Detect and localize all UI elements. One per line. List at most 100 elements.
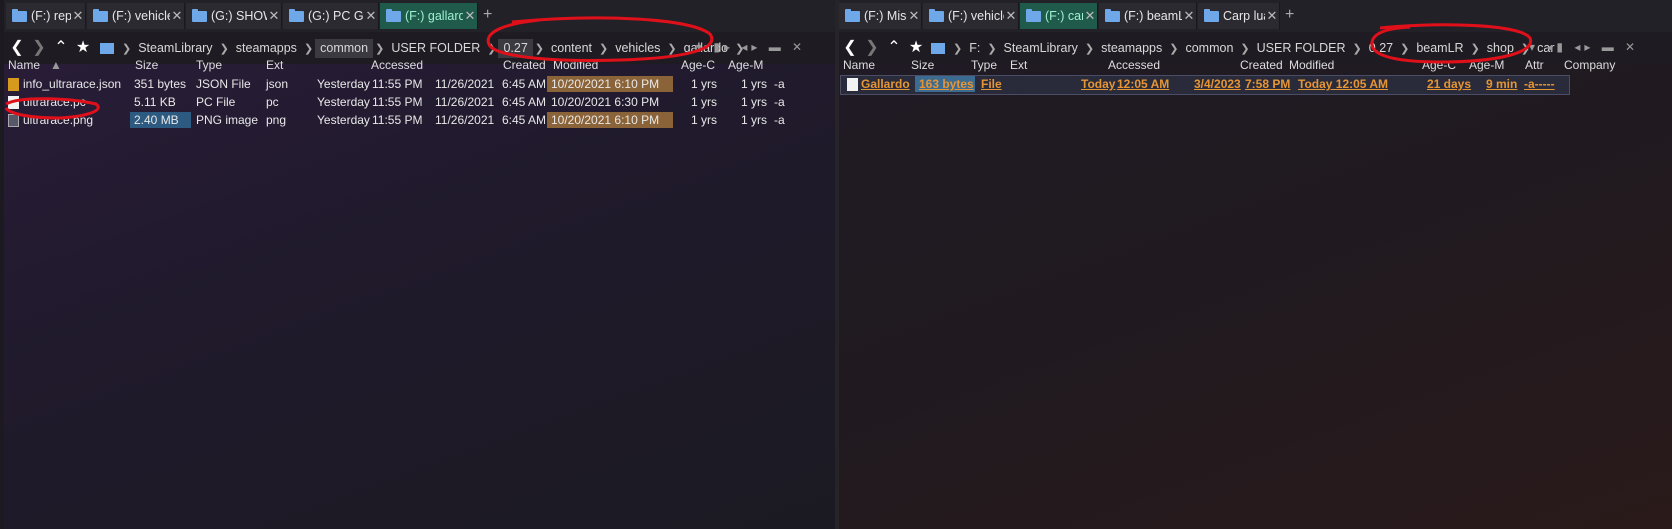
tab-misc[interactable]: (F:) Misc ✕ [839, 3, 922, 29]
accessed-day: Yesterday [317, 95, 370, 109]
folder-icon [93, 8, 108, 22]
col-attr[interactable]: Attr [1525, 58, 1544, 72]
attributes: -a [774, 77, 785, 91]
table-row[interactable]: ultrarace.pc 5.11 KB PC File pc Yesterda… [4, 94, 838, 112]
close-icon[interactable]: ✕ [463, 8, 477, 24]
col-company[interactable]: Company [1564, 58, 1615, 72]
folder-icon [1026, 8, 1041, 22]
col-accessed[interactable]: Accessed [371, 58, 423, 72]
folder-icon [1204, 8, 1219, 22]
col-name[interactable]: Name [843, 58, 875, 72]
modified-cell: Today 12:05 AM [1298, 77, 1389, 91]
accessed-time: 11:55 PM [372, 113, 423, 127]
image-file-icon [8, 114, 19, 127]
col-age-c[interactable]: Age-C [1422, 58, 1456, 72]
folder-icon [12, 8, 27, 22]
close-icon[interactable]: ✕ [1265, 8, 1279, 24]
json-file-icon [8, 78, 19, 91]
age-m: 9 min [1486, 77, 1518, 91]
file-size: 163 bytes [915, 76, 975, 92]
add-tab-icon[interactable]: + [1285, 6, 1294, 24]
col-age-c[interactable]: Age-C [681, 58, 715, 72]
column-header: Name ▲ Size Type Ext Accessed Created Mo… [4, 56, 838, 74]
star-icon[interactable]: ★ [907, 38, 925, 58]
left-tab-bar: (F:) repo ✕ (F:) vehicles ✕ (G:) SHOWS ✕… [4, 0, 838, 32]
file-name: ultrarace.pc [23, 95, 86, 109]
tab-repo[interactable]: (F:) repo ✕ [6, 3, 86, 29]
drive-icon [931, 43, 945, 54]
table-row-selected[interactable]: Gallardo 163 bytes File Today 12:05 AM 3… [840, 75, 1570, 95]
table-row[interactable]: info_ultrarace.json 351 bytes JSON File … [4, 76, 838, 94]
tab-label: Carp lua [1223, 9, 1265, 23]
tab-vehicles[interactable]: (F:) vehicles ✕ [87, 3, 185, 29]
file-ext: png [266, 113, 287, 127]
back-icon[interactable]: ❮ [8, 38, 26, 58]
col-modified[interactable]: Modified [553, 58, 598, 72]
drive-icon [100, 43, 114, 54]
col-modified[interactable]: Modified [1289, 58, 1334, 72]
col-accessed[interactable]: Accessed [1108, 58, 1160, 72]
file-ext: pc [266, 95, 279, 109]
col-ext[interactable]: Ext [266, 58, 283, 72]
col-age-m[interactable]: Age-M [728, 58, 763, 72]
close-icon[interactable]: ✕ [170, 8, 184, 24]
age-m: 1 yrs [741, 95, 768, 109]
tab-beamlr[interactable]: (F:) beamLr ✕ [1099, 3, 1197, 29]
file-name: info_ultrarace.json [23, 77, 122, 91]
col-age-m[interactable]: Age-M [1469, 58, 1504, 72]
col-created[interactable]: Created [1240, 58, 1283, 72]
file-size: 351 bytes [134, 77, 187, 91]
forward-icon[interactable]: ❯ [863, 38, 881, 58]
col-ext[interactable]: Ext [1010, 58, 1027, 72]
col-type[interactable]: Type [971, 58, 997, 72]
tab-label: (F:) vehicles [948, 9, 1004, 23]
col-size[interactable]: Size [135, 58, 158, 72]
tab-vehicles[interactable]: (F:) vehicles ✕ [923, 3, 1019, 29]
folder-icon [289, 8, 304, 22]
close-icon[interactable]: ✕ [907, 8, 921, 24]
close-icon[interactable]: ✕ [364, 8, 378, 24]
close-icon[interactable]: ✕ [1182, 8, 1196, 24]
back-icon[interactable]: ❮ [841, 38, 859, 58]
star-icon[interactable]: ★ [74, 38, 92, 58]
col-name[interactable]: Name [8, 58, 40, 72]
col-created[interactable]: Created [503, 58, 546, 72]
attributes: -a [774, 95, 785, 109]
tab-pc-garage[interactable]: (G:) PC Gar ✕ [283, 3, 379, 29]
created-time: 6:45 AM [502, 113, 547, 127]
age-m: 1 yrs [741, 113, 768, 127]
forward-icon[interactable]: ❯ [30, 38, 48, 58]
tab-label: (F:) gallardo [405, 9, 463, 23]
table-row[interactable]: ultrarace.png 2.40 MB PNG image png Yest… [4, 112, 838, 130]
col-type[interactable]: Type [196, 58, 222, 72]
created-date: 11/26/2021 [435, 95, 495, 109]
close-icon[interactable]: ✕ [267, 8, 281, 24]
file-type: PNG image [196, 113, 259, 127]
close-icon[interactable]: ✕ [71, 8, 85, 24]
left-file-pane: (F:) repo ✕ (F:) vehicles ✕ (G:) SHOWS ✕… [4, 0, 838, 529]
add-tab-icon[interactable]: + [483, 6, 492, 24]
up-icon[interactable]: ⌃ [52, 38, 70, 58]
col-size[interactable]: Size [911, 58, 934, 72]
tab-gallardo[interactable]: (F:) gallardo ✕ [380, 3, 478, 29]
column-header: Name Size Type Ext Accessed Created Modi… [839, 56, 1672, 74]
up-icon[interactable]: ⌃ [885, 38, 903, 58]
view-tools-icons[interactable]: ▾ ◂▮ ◂▸ ▬ ✕ [1529, 40, 1639, 54]
age-c: 1 yrs [691, 113, 718, 127]
file-size: 5.11 KB [134, 95, 176, 109]
age-c: 1 yrs [691, 77, 718, 91]
file-name: Gallardo [861, 77, 910, 91]
view-tools-icons[interactable]: ▾ ▮▸ ◂▸ ▬ ✕ [696, 40, 806, 54]
close-icon[interactable]: ✕ [1083, 8, 1097, 24]
pc-file-icon [8, 96, 19, 109]
tab-car[interactable]: (F:) car ✕ [1020, 3, 1098, 29]
created-time: 7:58 PM [1245, 77, 1291, 91]
folder-icon [192, 8, 207, 22]
tab-shows[interactable]: (G:) SHOWS ✕ [186, 3, 282, 29]
sort-asc-icon: ▲ [50, 58, 62, 72]
age-c: 1 yrs [691, 95, 718, 109]
file-icon [847, 78, 858, 91]
close-icon[interactable]: ✕ [1004, 8, 1018, 24]
file-type: File [981, 77, 1002, 91]
tab-carp-lua[interactable]: Carp lua ✕ [1198, 3, 1280, 29]
